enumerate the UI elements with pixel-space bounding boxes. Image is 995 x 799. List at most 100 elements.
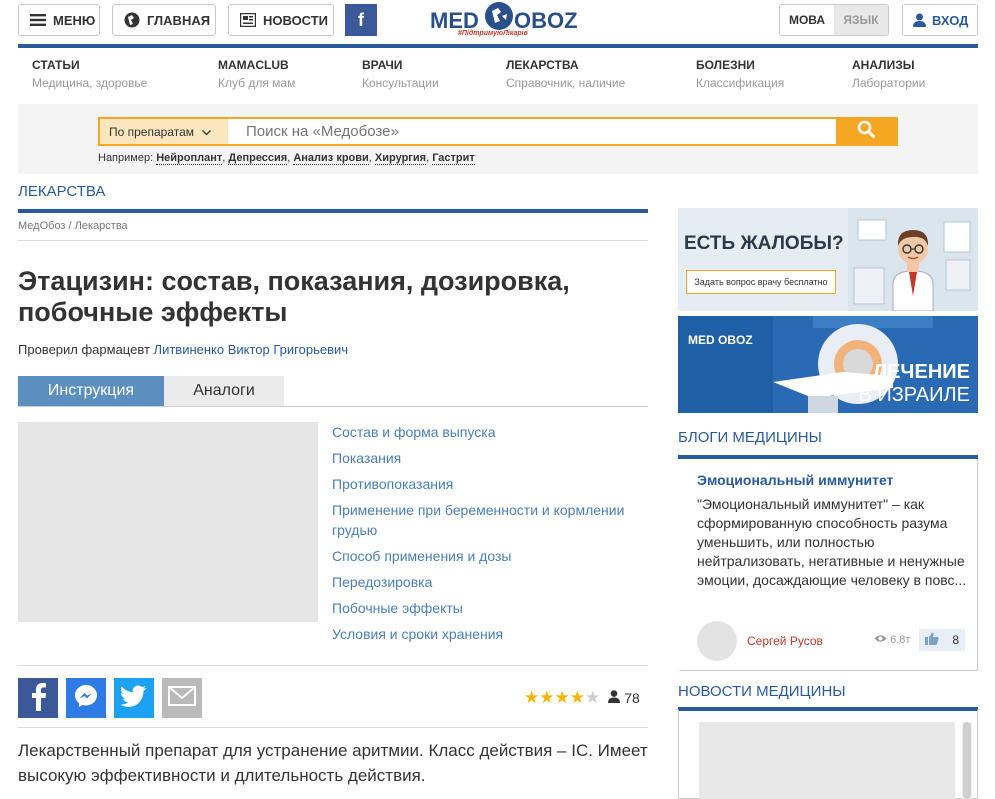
rating-count-value: 78 — [624, 690, 640, 706]
nav-subtitle: Медицина, здоровье — [32, 76, 148, 90]
nav-item-mamaclub[interactable]: MAMACLUB Клуб для мам — [218, 58, 295, 90]
facebook-icon — [28, 681, 48, 716]
nav-item-diseases[interactable]: БОЛЕЗНИ Классификация — [696, 58, 784, 90]
nav-title: ЛЕКАРСТВА — [506, 58, 579, 72]
logo-hashtag: #ПідтримуюЛікарів — [458, 30, 528, 37]
blog-card[interactable]: Эмоциональный иммунитет "Эмоциональный и… — [678, 459, 978, 671]
toc-link[interactable]: Состав и форма выпуска — [332, 422, 652, 442]
breadcrumb-drugs[interactable]: Лекарства — [75, 220, 128, 232]
search-bar: По препаратам — [98, 117, 898, 146]
like-button[interactable]: 8 — [919, 629, 965, 651]
messenger-icon — [73, 683, 99, 714]
news-button[interactable]: НОВОСТИ — [228, 4, 334, 36]
section-title[interactable]: ЛЕКАРСТВА — [18, 183, 105, 200]
nav-item-articles[interactable]: СТАТЬИ Медицина, здоровье — [32, 58, 147, 90]
blog-title[interactable]: Эмоциональный иммунитет — [697, 472, 893, 488]
doctor-illustration — [892, 230, 934, 311]
share-divider-bottom — [18, 727, 648, 728]
reviewed-by-prefix: Проверил фармацевт — [18, 342, 150, 357]
ask-doctor-banner[interactable]: ЕСТЬ ЖАЛОБЫ? Задать вопрос врачу бесплат… — [678, 208, 978, 311]
toc-link[interactable]: Применение при беременности и кормлении … — [332, 500, 652, 540]
share-facebook-button[interactable] — [18, 678, 58, 718]
star-filled-icon[interactable]: ★ — [524, 688, 539, 707]
login-label: ВХОД — [932, 12, 969, 28]
example-link[interactable]: Депрессия — [228, 152, 288, 165]
israel-treatment-banner[interactable]: MED OBOZ ЛЕЧЕНИЕ В ИЗРАИЛЕ — [678, 316, 978, 413]
share-divider-top — [18, 665, 648, 666]
blog-excerpt: "Эмоциональный иммунитет" – как сформиро… — [697, 496, 967, 588]
menu-button[interactable]: МЕНЮ — [18, 4, 100, 36]
envelope-icon — [168, 685, 196, 711]
user-icon — [913, 13, 926, 27]
reviewed-by: Проверил фармацевт Литвиненко Виктор Гри… — [18, 342, 348, 357]
star-filled-icon[interactable]: ★ — [570, 688, 585, 707]
toc-link[interactable]: Побочные эффекты — [332, 598, 652, 618]
toc-link[interactable]: Показания — [332, 448, 652, 468]
login-button[interactable]: ВХОД — [902, 4, 978, 36]
nav-item-doctors[interactable]: ВРАЧИ Консультации — [362, 58, 439, 90]
facebook-button[interactable]: f — [345, 4, 377, 36]
nav-item-analyses[interactable]: АНАЛИЗЫ Лаборатории — [852, 58, 925, 90]
twitter-icon — [120, 685, 147, 712]
blogs-heading[interactable]: БЛОГИ МЕДИЦИНЫ — [678, 429, 822, 446]
share-email-button[interactable] — [162, 678, 202, 718]
article-rating: ★★★★★ 78 — [524, 688, 640, 708]
language-switch[interactable]: МОВА ЯЗЫК — [779, 4, 889, 36]
facebook-icon: f — [358, 9, 364, 30]
section-divider — [18, 209, 648, 213]
search-input[interactable] — [228, 119, 836, 144]
banner-logo: MED OBOZ — [688, 333, 753, 347]
search-category-label: По препаратам — [109, 124, 195, 139]
banner-line-2: В ИЗРАИЛЕ — [858, 384, 970, 406]
lang-uk-button[interactable]: МОВА — [780, 5, 834, 35]
home-label: ГЛАВНАЯ — [147, 12, 211, 28]
thumbs-up-icon — [925, 632, 939, 648]
chevron-down-icon — [202, 125, 211, 139]
globe-icon — [124, 12, 140, 28]
breadcrumb-separator: / — [68, 220, 72, 232]
breadcrumb-home[interactable]: МедОбоз — [18, 220, 65, 232]
nav-title: MAMACLUB — [218, 58, 289, 72]
newspaper-icon — [240, 13, 256, 27]
logo-globe-icon — [485, 2, 513, 30]
toc-link[interactable]: Условия и сроки хранения — [332, 624, 652, 644]
blog-views: 6.8т — [874, 634, 910, 646]
tab-instruction[interactable]: Инструкция — [18, 376, 164, 406]
star-filled-icon[interactable]: ★ — [539, 688, 554, 707]
example-link[interactable]: Хирургия — [374, 152, 427, 165]
nav-item-drugs[interactable]: ЛЕКАРСТВА Справочник, наличие — [506, 58, 625, 90]
site-logo[interactable]: MED OBOZ #ПідтримуюЛікарів — [430, 2, 578, 42]
tab-divider — [18, 406, 648, 407]
blog-author[interactable]: Сергей Русов — [747, 634, 823, 648]
toc-link[interactable]: Противопоказания — [332, 474, 652, 494]
news-scrollbar[interactable] — [962, 722, 972, 799]
example-link[interactable]: Нейроплант — [156, 152, 223, 165]
share-messenger-button[interactable] — [66, 678, 106, 718]
home-button[interactable]: ГЛАВНАЯ — [112, 4, 216, 36]
star-filled-icon[interactable]: ★ — [555, 688, 570, 707]
share-twitter-button[interactable] — [114, 678, 154, 718]
search-category-select[interactable]: По препаратам — [100, 119, 228, 144]
drug-image-placeholder — [18, 422, 318, 622]
lang-ru-button[interactable]: ЯЗЫК — [834, 5, 888, 35]
ask-doctor-button[interactable]: Задать вопрос врачу бесплатно — [686, 270, 836, 294]
nav-subtitle: Лаборатории — [852, 76, 926, 90]
rating-stars[interactable]: ★★★★★ — [524, 688, 600, 708]
toc-link[interactable]: Передозировка — [332, 572, 652, 592]
nav-subtitle: Классификация — [696, 76, 785, 90]
example-link[interactable]: Анализ крови — [293, 152, 369, 165]
search-button[interactable] — [836, 119, 896, 144]
news-card[interactable] — [678, 710, 978, 799]
toc-link[interactable]: Способ применения и дозы — [332, 546, 652, 566]
eye-icon — [874, 634, 890, 646]
reviewer-link[interactable]: Литвиненко Виктор Григорьевич — [154, 342, 349, 357]
star-empty-icon[interactable]: ★ — [585, 688, 600, 707]
rating-count: 78 — [608, 690, 640, 706]
tab-analogs[interactable]: Аналоги — [164, 376, 284, 406]
table-of-contents: Состав и форма выпуска Показания Противо… — [332, 422, 652, 650]
header-divider — [18, 44, 978, 48]
news-heading[interactable]: НОВОСТИ МЕДИЦИНЫ — [678, 683, 846, 700]
example-link[interactable]: Гастрит — [432, 152, 475, 165]
examples-prefix: Например: — [98, 152, 154, 164]
page-title: Этацизин: состав, показания, дозировка, … — [18, 266, 570, 327]
